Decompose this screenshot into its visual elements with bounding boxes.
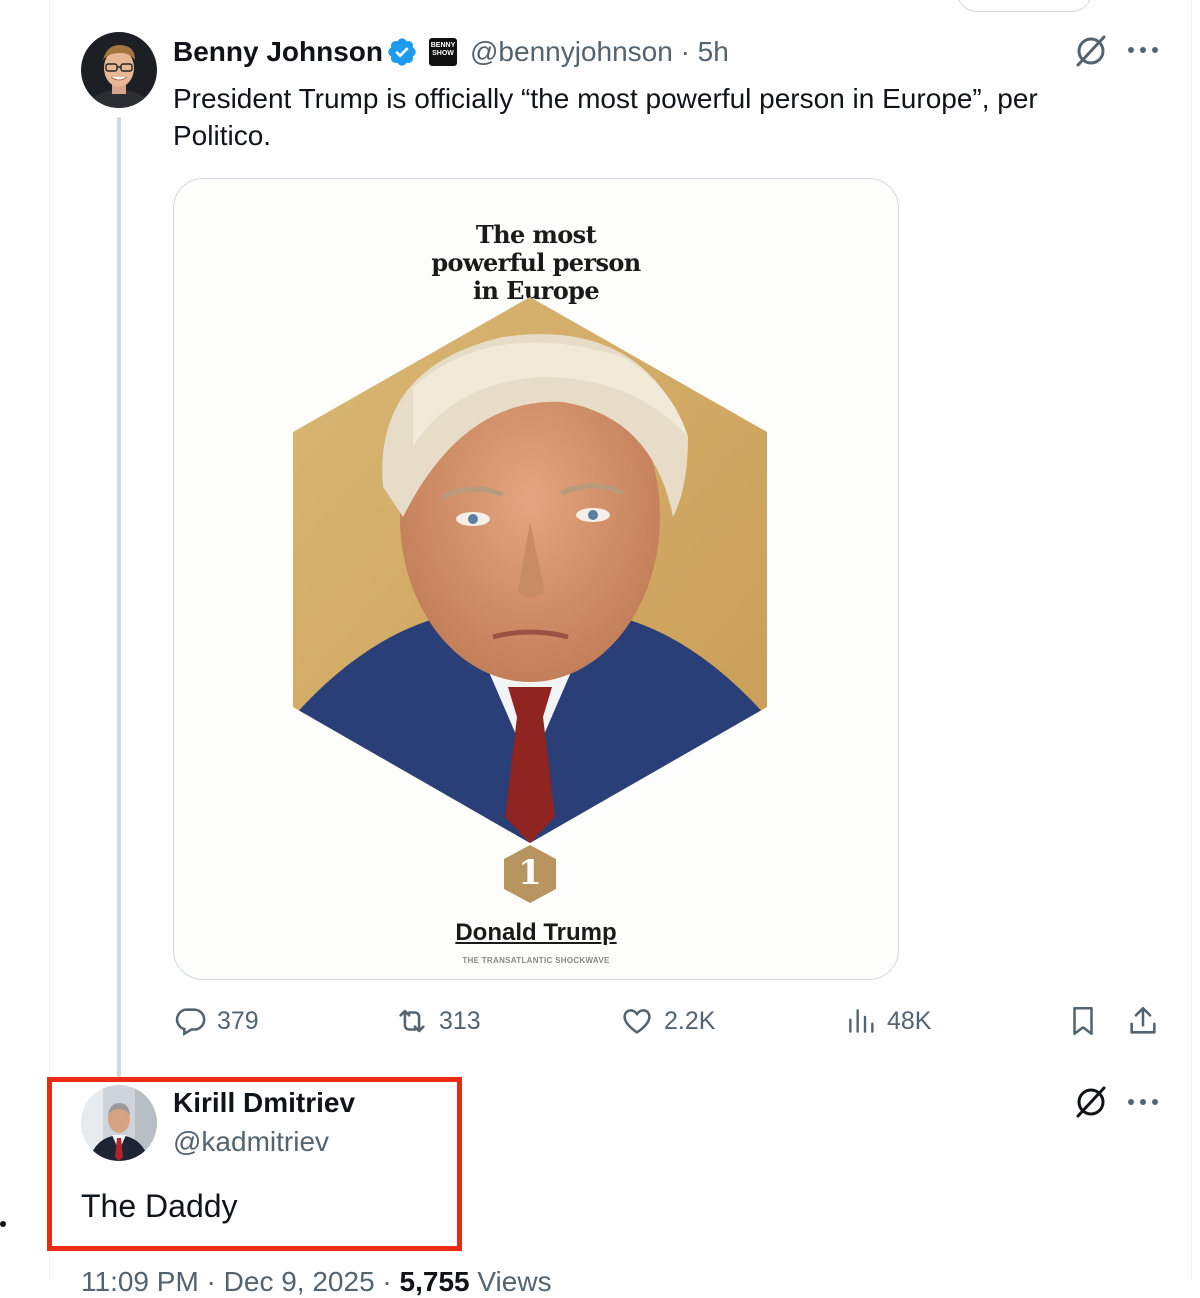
- avatar[interactable]: [81, 32, 157, 108]
- footer-views-label: Views: [477, 1266, 552, 1297]
- bookmark-icon[interactable]: [1066, 1004, 1100, 1038]
- reply-grok-icon[interactable]: [1072, 1083, 1110, 1121]
- grok-icon[interactable]: [1072, 32, 1110, 70]
- views-count: 48K: [887, 1006, 932, 1035]
- author-name[interactable]: Benny Johnson: [173, 36, 383, 68]
- thread-connector-line: [117, 117, 121, 1077]
- like-count: 2.2K: [664, 1006, 716, 1035]
- views-icon: [849, 1009, 874, 1033]
- post-media[interactable]: The most powerful person in Europe 1 Don…: [173, 178, 899, 980]
- footer-view-count: 5,755: [399, 1266, 470, 1297]
- highlight-box: [47, 1077, 462, 1251]
- follow-button[interactable]: [957, 0, 1092, 12]
- bullet-dot: [0, 1221, 6, 1227]
- cover-headline-text: The most powerful person in Europe: [431, 220, 641, 305]
- reply-more-icon[interactable]: [1126, 1094, 1160, 1110]
- share-icon[interactable]: [1126, 1004, 1160, 1038]
- views-button[interactable]: 48K: [845, 1004, 931, 1038]
- reply-button[interactable]: 379: [173, 1004, 259, 1038]
- like-button[interactable]: 2.2K: [620, 1004, 715, 1038]
- reply-icon: [175, 1008, 206, 1037]
- cover-subtitle: THE TRANSATLANTIC SHOCKWAVE: [462, 956, 610, 965]
- timestamp-text: 11:09 PM · Dec 9, 2025 ·: [81, 1266, 392, 1297]
- more-icon[interactable]: [1126, 42, 1160, 58]
- verified-icon: [388, 38, 416, 66]
- portrait-image: [293, 297, 767, 843]
- repost-icon: [399, 1009, 425, 1033]
- affiliate-badge[interactable]: BENNY SHOW: [429, 38, 457, 66]
- like-icon: [623, 1009, 651, 1034]
- cover-headline: The most powerful person in Europe: [174, 221, 898, 305]
- reply-count: 379: [217, 1006, 259, 1035]
- timeline-border-right: [1191, 0, 1192, 1280]
- cover-subject-name: Donald Trump: [455, 919, 617, 946]
- rank-number: 1: [518, 853, 542, 893]
- author-handle-time[interactable]: @bennyjohnson · 5h: [470, 36, 729, 68]
- post-text: President Trump is officially “the most …: [173, 83, 1038, 151]
- repost-button[interactable]: 313: [395, 1004, 481, 1038]
- post-timestamp[interactable]: 11:09 PM · Dec 9, 2025 · 5,755 Views: [81, 1266, 552, 1298]
- repost-count: 313: [439, 1006, 481, 1035]
